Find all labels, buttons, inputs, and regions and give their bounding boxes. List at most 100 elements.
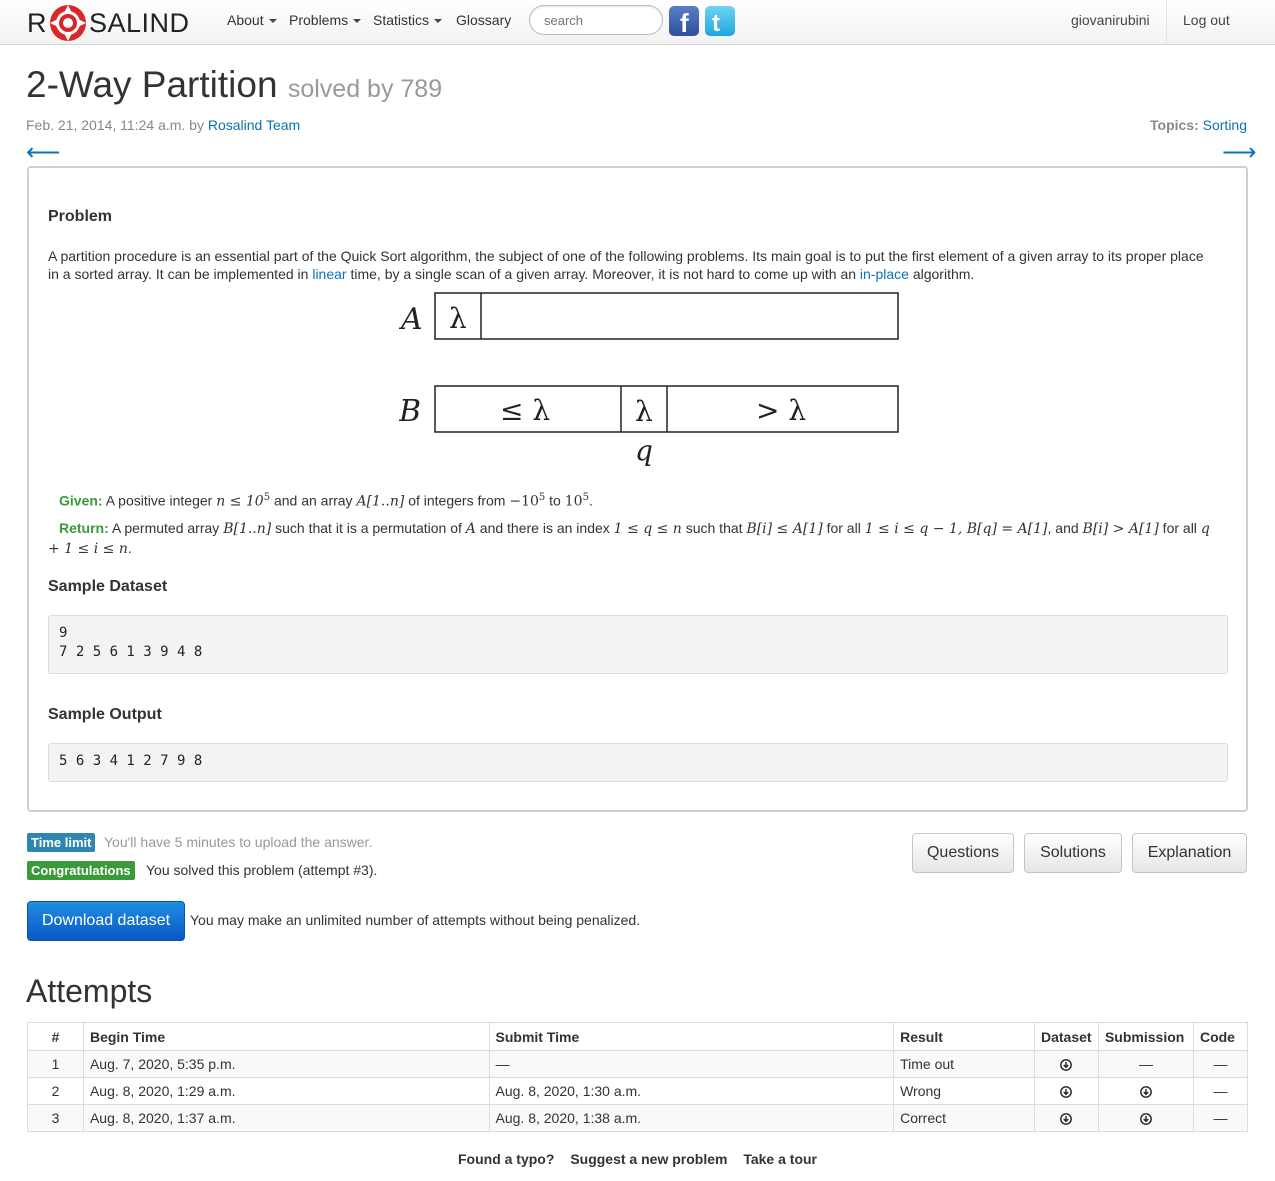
nav-statistics-label: Statistics: [373, 12, 430, 28]
given-math: −10: [509, 493, 539, 510]
column-header-begin-time: Begin Time: [82, 1022, 490, 1051]
submission-cell: [1097, 1104, 1194, 1132]
suggest-problem-link[interactable]: Suggest a new problem: [570, 1151, 727, 1167]
column-header-submit-time: Submit Time: [488, 1022, 895, 1051]
nav-divider: [1166, 0, 1167, 45]
problem-box: Problem A partition procedure is an esse…: [27, 166, 1248, 812]
column-header-number: #: [27, 1022, 84, 1051]
facebook-icon[interactable]: f: [669, 6, 699, 36]
attempt-submit-time: Aug. 8, 2020, 1:30 a.m.: [488, 1077, 895, 1105]
download-icon[interactable]: [1140, 1113, 1152, 1126]
brand-text-right: SALIND: [89, 7, 190, 38]
diagram-q-label: q: [635, 434, 653, 467]
nav-glossary[interactable]: Glossary: [456, 12, 511, 28]
nav-problems[interactable]: Problems: [289, 12, 362, 28]
attempt-begin-time: Aug. 8, 2020, 1:37 a.m.: [82, 1104, 490, 1132]
take-tour-link[interactable]: Take a tour: [743, 1151, 817, 1167]
attempt-result: Wrong: [893, 1077, 1035, 1105]
twitter-icon[interactable]: t: [705, 6, 735, 36]
diagram-label-b: B: [399, 394, 421, 429]
svg-text:t: t: [712, 10, 720, 36]
given-math: n ≤ 10: [216, 493, 264, 510]
array-a-box: [434, 292, 899, 340]
attempt-submit-time: —: [488, 1050, 895, 1078]
problem-meta: Feb. 21, 2014, 11:24 a.m. by Rosalind Te…: [26, 117, 300, 133]
given-math: A[1..n]: [356, 493, 405, 510]
return-text: , and: [1047, 520, 1083, 536]
return-text: A permuted array: [111, 520, 224, 536]
column-header-dataset: Dataset: [1033, 1022, 1099, 1051]
caret-down-icon: [353, 19, 362, 23]
dataset-cell: [1033, 1077, 1099, 1105]
given-text: to: [545, 492, 565, 509]
diagram-lambda-a: λ: [449, 302, 467, 335]
return-text: and there is an index: [475, 520, 614, 536]
top-navbar: R SALIND About Problems Statistics Gloss…: [0, 0, 1275, 45]
diagram-leq-lambda: ≤ λ: [500, 394, 550, 427]
return-math: A: [465, 521, 476, 537]
caret-down-icon: [268, 19, 277, 23]
in-place-link[interactable]: in-place: [860, 266, 909, 282]
nav-glossary-label: Glossary: [456, 12, 512, 28]
problem-description: A partition procedure is an essential pa…: [48, 247, 1218, 283]
attempt-code: —: [1192, 1077, 1249, 1105]
topics: Topics: Sorting: [1150, 117, 1247, 133]
diagram-gt-lambda: > λ: [756, 394, 806, 427]
next-problem-arrow-icon[interactable]: ⟶: [1222, 138, 1256, 167]
svg-text:f: f: [680, 8, 689, 36]
problem-text-3: algorithm.: [908, 266, 975, 282]
attempt-begin-time: Aug. 7, 2020, 5:35 p.m.: [82, 1050, 490, 1078]
time-limit-text: You'll have 5 minutes to upload the answ…: [104, 834, 373, 850]
attempts-table: # Begin Time Submit Time Result Dataset …: [27, 1022, 1249, 1132]
linear-link[interactable]: linear: [312, 266, 346, 282]
download-icon[interactable]: [1060, 1086, 1073, 1099]
nav-problems-label: Problems: [289, 12, 349, 28]
return-math: 1 ≤ i ≤ q − 1, B[q] = A[1]: [864, 521, 1048, 537]
rosalind-emblem-icon: [50, 5, 86, 41]
return-label: Return:: [59, 520, 109, 536]
congratulations-text: You solved this problem (attempt #3).: [146, 862, 378, 878]
download-icon[interactable]: [1140, 1086, 1152, 1099]
prev-problem-arrow-icon[interactable]: ⟵: [26, 138, 60, 167]
search-input[interactable]: [529, 5, 663, 35]
download-icon[interactable]: [1060, 1113, 1073, 1126]
attempt-result: Correct: [893, 1104, 1035, 1132]
attempt-number: 1: [27, 1050, 84, 1078]
author-link[interactable]: Rosalind Team: [208, 117, 300, 133]
dataset-cell: [1033, 1104, 1099, 1132]
nav-about[interactable]: About: [227, 12, 277, 28]
table-row: 1 Aug. 7, 2020, 5:35 p.m. — Time out — —: [27, 1050, 1249, 1078]
return-text: for all: [1158, 520, 1201, 536]
table-row: 2 Aug. 8, 2020, 1:29 a.m. Aug. 8, 2020, …: [27, 1077, 1249, 1105]
found-typo-link[interactable]: Found a typo?: [458, 1151, 554, 1167]
logout-link[interactable]: Log out: [1183, 12, 1230, 28]
dataset-cell: [1033, 1050, 1099, 1078]
diagram-lambda-b: λ: [635, 395, 653, 428]
download-dataset-button[interactable]: Download dataset: [27, 901, 185, 941]
attempts-header-row: # Begin Time Submit Time Result Dataset …: [27, 1022, 1249, 1051]
download-icon[interactable]: [1060, 1059, 1073, 1072]
explanation-button[interactable]: Explanation: [1132, 833, 1247, 873]
rosalind-logo[interactable]: R SALIND: [27, 3, 190, 43]
given-text: of integers from: [404, 492, 510, 509]
problem-title: 2-Way Partition: [26, 64, 278, 105]
column-header-submission: Submission: [1097, 1022, 1194, 1051]
attempt-number: 3: [27, 1104, 84, 1132]
return-math: B[1..n]: [223, 521, 272, 537]
solutions-button[interactable]: Solutions: [1024, 833, 1122, 873]
return-math: 1 ≤ q ≤ n: [613, 521, 682, 537]
table-row: 3 Aug. 8, 2020, 1:37 a.m. Aug. 8, 2020, …: [27, 1104, 1249, 1132]
footer-links: Found a typo? Suggest a new problem Take…: [0, 1151, 1275, 1167]
questions-button[interactable]: Questions: [912, 833, 1014, 873]
return-text: for all: [822, 520, 865, 536]
user-profile-link[interactable]: giovanirubini: [1071, 12, 1150, 28]
column-header-code: Code: [1192, 1022, 1249, 1051]
submission-cell: [1097, 1077, 1194, 1105]
given-text: and an array: [270, 492, 357, 509]
attempt-number: 2: [27, 1077, 84, 1105]
nav-statistics[interactable]: Statistics: [373, 12, 443, 28]
congratulations-badge: Congratulations: [27, 861, 135, 880]
attempts-note: You may make an unlimited number of atte…: [190, 912, 641, 928]
sample-output-block: 5 6 3 4 1 2 7 9 8: [48, 743, 1228, 782]
topic-link-sorting[interactable]: Sorting: [1203, 117, 1247, 133]
